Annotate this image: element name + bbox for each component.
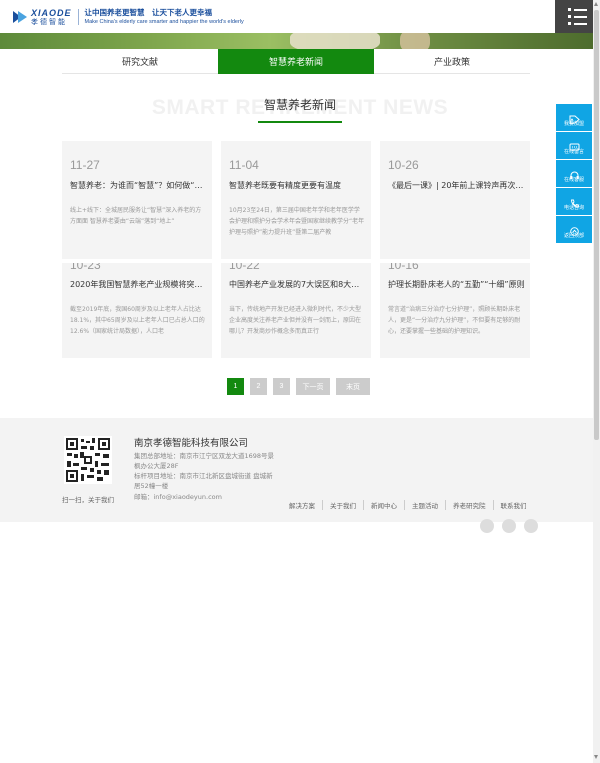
news-title: 护理长期卧床老人的“五勤”“十细”原则 [388, 280, 525, 289]
tab-research[interactable]: 研究文献 [62, 49, 218, 74]
logo-mark-icon [12, 9, 28, 25]
sidebar-phone-button[interactable]: 电话咨询 [556, 188, 592, 215]
news-title: 智慧养老：为谁而“智慧”？如何做“智慧”？ [70, 181, 208, 190]
section-title: 智慧养老新闻 [263, 98, 336, 112]
slogan-en: Make China's elderly care smarter and ha… [84, 18, 244, 25]
contact-email: 邮箱：info@xiaodeyun.com [134, 493, 222, 501]
tab-smart-care-news[interactable]: 智慧养老新闻 [218, 49, 374, 74]
news-card[interactable]: 10-26 《最后一课》| 20年前上课铃声再次响起 [380, 141, 530, 259]
news-card[interactable]: 11-04 智慧养老既要有精度更要有温度 10月23至24日，第三届中国老年学和… [221, 141, 371, 259]
next-page-button[interactable]: 下一页 [296, 378, 330, 395]
title-underline [258, 121, 342, 123]
news-desc: 常言道“治病三分治疗七分护理”，照顾长期卧床老人，更是“一分治疗九分护理”，不但… [388, 306, 521, 335]
scroll-up-icon[interactable] [594, 2, 598, 6]
arrow-up-icon [569, 221, 580, 236]
news-date: 10-23 [70, 263, 101, 272]
tag-icon [569, 109, 580, 123]
pagination: 1 2 3 下一页 末页 [227, 378, 376, 395]
last-page-button[interactable]: 末页 [336, 378, 370, 395]
tab-industry-policy[interactable]: 产业政策 [374, 49, 530, 74]
chat-icon [569, 137, 580, 150]
site-header: XIAODE 孝德智能 让中国养老更智慧 让天下老人更幸福 Make China… [0, 0, 600, 33]
news-card[interactable]: 10-16 护理长期卧床老人的“五勤”“十细”原则 常言道“治病三分治疗七分护理… [380, 263, 530, 358]
sidebar-top-button[interactable]: 返回顶部 [556, 216, 592, 243]
footer-link-contact[interactable]: 联系我们 [492, 500, 534, 510]
news-desc: 线上+线下：全城居民服务让“智慧”深入养老的方方面面 智慧养老要由“云端”落到“… [70, 207, 202, 225]
news-card[interactable]: 11-27 智慧养老：为谁而“智慧”？如何做“智慧”？ 线上+线下：全城居民服务… [62, 141, 212, 259]
section-heading: SMART RETIREMENT NEWS 智慧养老新闻 [0, 92, 600, 124]
social-links [472, 519, 538, 533]
slogan-cn: 让中国养老更智慧 让天下老人更幸福 [84, 8, 213, 18]
footer-link-news[interactable]: 新闻中心 [363, 500, 404, 510]
footer-link-events[interactable]: 主题活动 [404, 500, 445, 510]
banner-image [0, 33, 600, 49]
logo-text-cn: 孝德智能 [31, 17, 67, 26]
footer-nav: 解决方案 关于我们 新闻中心 主题活动 养老研究院 联系我们 [282, 500, 534, 510]
news-desc: 截至2019年底，我国60周岁及以上老年人占比达18.1%，其中65周岁及以上老… [70, 306, 205, 335]
news-date: 10-16 [388, 263, 419, 272]
company-name: 南京孝德智能科技有限公司 [134, 438, 249, 449]
news-desc: 10月23至24日，第三届中国老年学和老年医学学会护理和照护分会学术年会暨国家继… [229, 207, 365, 236]
qr-code-icon [64, 436, 112, 484]
footer-link-institute[interactable]: 养老研究院 [445, 500, 493, 510]
site-logo[interactable]: XIAODE 孝德智能 让中国养老更智慧 让天下老人更幸福 Make China… [12, 7, 244, 27]
floating-sidebar: 我要加盟 在线留言 在线客服 电话咨询 返回顶部 [556, 104, 592, 244]
qr-caption: 扫一扫，关于我们 [62, 496, 114, 504]
news-date: 11-27 [70, 158, 100, 172]
headset-icon [569, 165, 580, 179]
news-date: 11-04 [229, 158, 259, 172]
news-date: 10-26 [388, 158, 419, 172]
sidebar-service-button[interactable]: 在线客服 [556, 160, 592, 187]
project-address: 标杆项目地址：南京市江北新区盘城街道 盘城新居52幢一楼 [134, 472, 273, 490]
scroll-down-icon[interactable] [594, 755, 598, 759]
category-tabs: 研究文献 智慧养老新闻 产业政策 [62, 49, 530, 74]
footer-link-solutions[interactable]: 解决方案 [282, 500, 322, 510]
news-desc: 当下，传统地产开发已经进入微利时代，不少大型企业高度关注养老产业但并没有一剑而上… [229, 306, 362, 335]
page-1-button[interactable]: 1 [227, 378, 244, 395]
news-title: 《最后一课》| 20年前上课铃声再次响起 [388, 181, 526, 190]
hq-address: 集团总部地址：南京市江宁区双龙大道1698号景枫办公大厦28F [134, 452, 275, 470]
wechat-icon[interactable] [502, 519, 516, 533]
sidebar-join-button[interactable]: 我要加盟 [556, 104, 592, 131]
site-footer: 扫一扫，关于我们 南京孝德智能科技有限公司 集团总部地址：南京市江宁区双龙大道1… [0, 418, 600, 533]
news-card[interactable]: 10-22 中国养老产业发展的7大误区和8大趋势 当下，传统地产开发已经进入微利… [221, 263, 371, 358]
footer-link-about[interactable]: 关于我们 [322, 500, 363, 510]
hamburger-menu-icon [568, 8, 587, 11]
news-title: 智慧养老既要有精度更要有温度 [229, 181, 341, 190]
qq-icon[interactable] [524, 519, 538, 533]
news-date: 10-22 [229, 263, 260, 272]
weibo-icon[interactable] [480, 519, 494, 533]
news-card[interactable]: 10-23 2020年我国智慧养老产业规模将突破4万亿元 截至2019年底，我国… [62, 263, 212, 358]
page-2-button[interactable]: 2 [250, 378, 267, 395]
scrollbar-thumb[interactable] [594, 10, 599, 440]
news-title: 2020年我国智慧养老产业规模将突破4万亿元 [70, 280, 208, 289]
news-title: 中国养老产业发展的7大误区和8大趋势 [229, 280, 367, 289]
logo-divider [77, 9, 79, 25]
page-3-button[interactable]: 3 [273, 378, 290, 395]
logo-text-en: XIAODE [31, 7, 72, 18]
phone-icon [569, 193, 580, 207]
sidebar-message-button[interactable]: 在线留言 [556, 132, 592, 159]
